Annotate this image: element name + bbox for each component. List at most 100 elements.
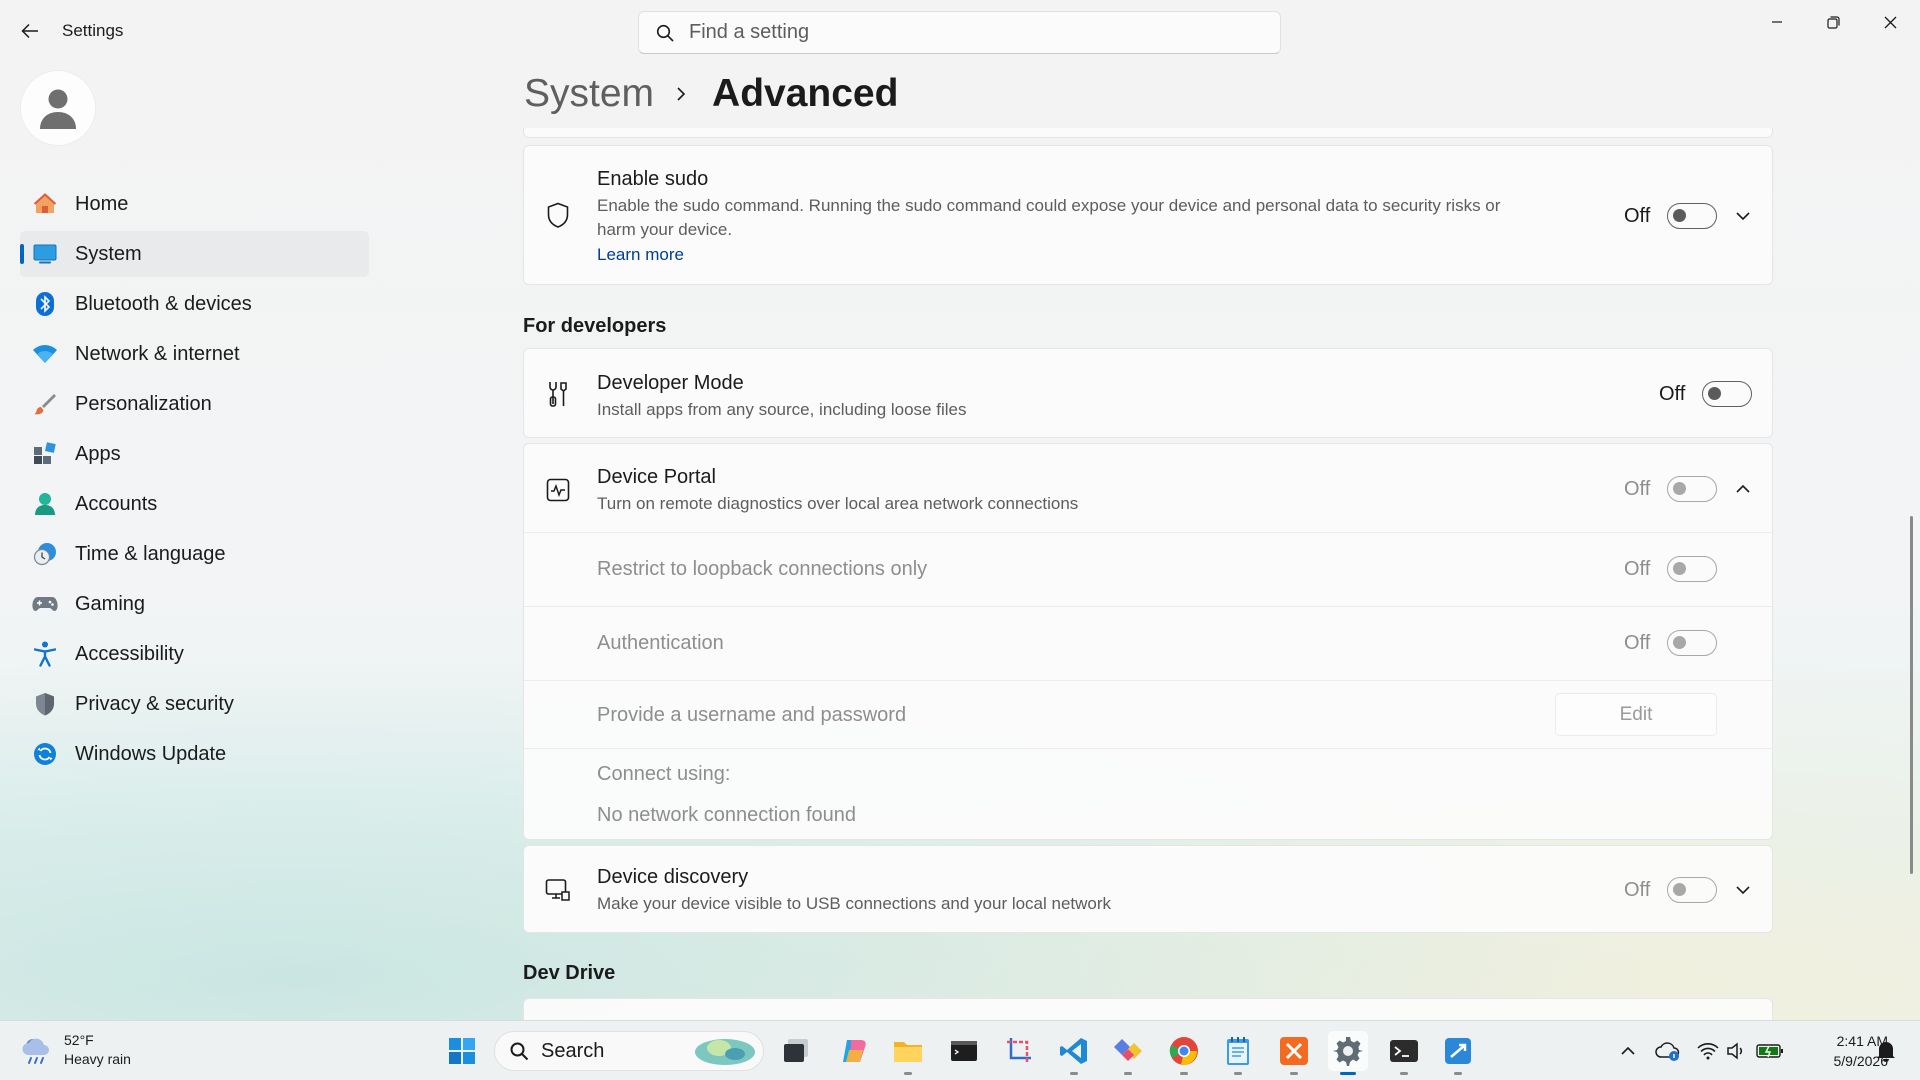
- start-button[interactable]: [442, 1031, 482, 1071]
- clock-globe-icon: [32, 541, 58, 567]
- diamond-shapes-icon: [1114, 1039, 1142, 1061]
- bluetooth-icon: [32, 291, 58, 317]
- back-button[interactable]: [16, 17, 44, 45]
- file-explorer-button[interactable]: [888, 1031, 928, 1075]
- close-icon: [1884, 16, 1896, 28]
- content-scrollbar[interactable]: [1910, 516, 1913, 874]
- diagnostics-pulse-icon: [544, 476, 572, 504]
- sidebar-item-system[interactable]: System: [20, 231, 369, 277]
- restore-button[interactable]: [1810, 6, 1856, 38]
- toggle-knob: [1673, 883, 1686, 896]
- connect-using-label: Connect using:: [597, 763, 731, 785]
- remote-desktop-button[interactable]: [1438, 1031, 1478, 1075]
- device-portal-card: Device Portal Turn on remote diagnostics…: [523, 443, 1774, 840]
- chrome-button[interactable]: [1164, 1031, 1204, 1075]
- settings-search-input[interactable]: [689, 21, 1249, 44]
- speaker-icon: [1727, 1042, 1743, 1060]
- sidebar-item-windows-update[interactable]: Windows Update: [20, 731, 369, 777]
- credentials-row: Provide a username and password Edit: [524, 680, 1774, 748]
- chevron-down-icon[interactable]: [1733, 206, 1753, 226]
- apps-icon: [32, 441, 58, 467]
- learn-more-link[interactable]: Learn more: [597, 243, 684, 267]
- weather-temp: 52°F: [64, 1032, 94, 1048]
- sidebar-item-home[interactable]: Home: [20, 181, 369, 227]
- minimize-button[interactable]: [1754, 6, 1800, 38]
- wifi-icon: [1697, 1043, 1719, 1060]
- volume-tray-button[interactable]: [1722, 1037, 1750, 1065]
- search-icon: [510, 1042, 529, 1061]
- title-bar: Settings: [0, 0, 1920, 64]
- notifications-button[interactable]: [1872, 1037, 1900, 1065]
- sidebar-item-accessibility[interactable]: Accessibility: [20, 631, 369, 677]
- sidebar-item-bluetooth[interactable]: Bluetooth & devices: [20, 281, 369, 327]
- edit-credentials-button[interactable]: Edit: [1555, 693, 1717, 736]
- command-prompt-button[interactable]: [944, 1031, 984, 1071]
- wifi-tray-button[interactable]: [1694, 1037, 1722, 1065]
- onedrive-tray-button[interactable]: [1654, 1037, 1682, 1065]
- terminal-icon: [1390, 1040, 1418, 1062]
- device-discovery-title: Device discovery: [597, 866, 749, 888]
- connect-using-value: No network connection found: [597, 804, 857, 826]
- task-view-button[interactable]: [776, 1031, 816, 1071]
- sidebar-item-label: System: [75, 242, 142, 265]
- sidebar-item-label: Home: [75, 192, 129, 215]
- enable-sudo-toggle[interactable]: [1667, 203, 1717, 229]
- chevron-up-icon[interactable]: [1733, 479, 1753, 499]
- xampp-button[interactable]: [1274, 1031, 1314, 1075]
- sidebar-item-label: Network & internet: [75, 342, 240, 365]
- close-button[interactable]: [1867, 6, 1913, 38]
- developer-mode-state: Off: [1659, 383, 1686, 405]
- sidebar-item-accounts[interactable]: Accounts: [20, 481, 369, 527]
- loopback-row: Restrict to loopback connections only Of…: [524, 532, 1774, 606]
- developer-mode-toggle[interactable]: [1702, 381, 1752, 407]
- chevron-down-icon[interactable]: [1733, 880, 1753, 900]
- battery-charging-icon: [1756, 1044, 1783, 1058]
- running-indicator: [1234, 1072, 1242, 1075]
- folder-icon: [894, 1042, 922, 1062]
- sidebar-item-network[interactable]: Network & internet: [20, 331, 369, 377]
- cloud-info-icon: [1655, 1042, 1680, 1061]
- sidebar-item-personalization[interactable]: Personalization: [20, 381, 369, 427]
- wifi-icon: [32, 341, 58, 367]
- sidebar-item-time-language[interactable]: Time & language: [20, 531, 369, 577]
- sidebar-item-label: Personalization: [75, 392, 212, 415]
- sidebar-item-privacy-security[interactable]: Privacy & security: [20, 681, 369, 727]
- chrome-icon: [1169, 1037, 1198, 1066]
- authentication-state: Off: [1624, 632, 1651, 654]
- settings-button[interactable]: [1328, 1031, 1368, 1075]
- settings-search-box[interactable]: [638, 11, 1281, 54]
- weather-widget[interactable]: 52°F Heavy rain: [20, 1031, 131, 1069]
- sidebar-item-apps[interactable]: Apps: [20, 431, 369, 477]
- vscode-icon: [1060, 1038, 1087, 1064]
- dev-drive-heading: Dev Drive: [523, 962, 616, 984]
- taskbar-search[interactable]: Search: [494, 1031, 764, 1071]
- breadcrumb-parent-system[interactable]: System: [524, 72, 654, 116]
- vscode-button[interactable]: [1054, 1031, 1094, 1075]
- authentication-label: Authentication: [597, 632, 724, 654]
- battery-tray-button[interactable]: [1756, 1037, 1784, 1065]
- show-hidden-icons-button[interactable]: [1614, 1037, 1642, 1065]
- device-portal-toggle[interactable]: [1667, 476, 1717, 502]
- authentication-toggle[interactable]: [1667, 630, 1717, 656]
- power-automate-button[interactable]: [1108, 1031, 1148, 1075]
- device-discovery-card: Device discovery Make your device visibl…: [523, 845, 1773, 933]
- snipping-tool-button[interactable]: [1000, 1031, 1040, 1071]
- enable-sudo-state: Off: [1624, 205, 1651, 227]
- rain-cloud-icon: [22, 1038, 49, 1064]
- copilot-button[interactable]: [834, 1031, 874, 1071]
- credentials-label: Provide a username and password: [597, 704, 907, 726]
- sidebar-item-label: Time & language: [75, 542, 226, 565]
- restore-icon: [1826, 15, 1840, 29]
- device-discovery-toggle[interactable]: [1667, 877, 1717, 903]
- loopback-toggle[interactable]: [1667, 556, 1717, 582]
- device-discovery-icon: [544, 876, 572, 904]
- user-avatar[interactable]: [20, 70, 96, 146]
- notepad-button[interactable]: [1218, 1031, 1258, 1075]
- sidebar-item-label: Privacy & security: [75, 692, 234, 715]
- device-portal-desc: Turn on remote diagnostics over local ar…: [597, 494, 1079, 513]
- running-indicator: [1290, 1072, 1298, 1075]
- sidebar-item-gaming[interactable]: Gaming: [20, 581, 369, 627]
- terminal-window-icon: [951, 1041, 977, 1061]
- gamepad-icon: [32, 591, 58, 617]
- terminal-button[interactable]: [1384, 1031, 1424, 1075]
